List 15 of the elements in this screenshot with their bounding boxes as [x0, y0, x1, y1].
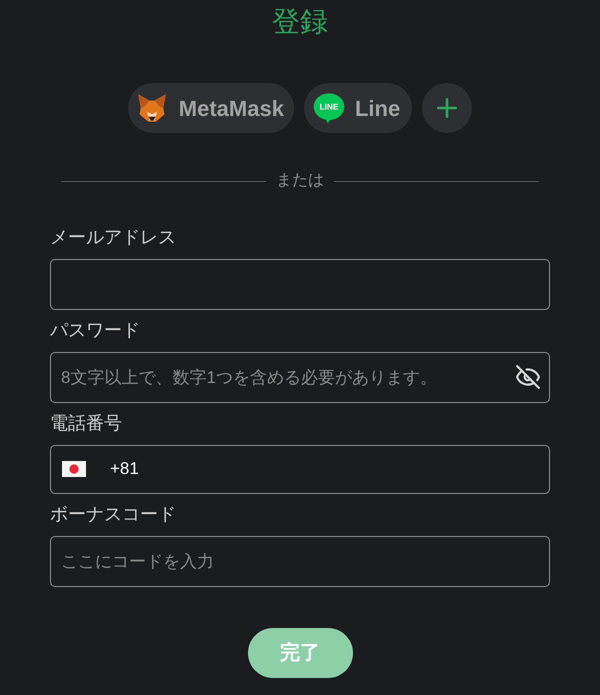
page-title: 登録 — [272, 5, 328, 39]
field-label: 電話番号 — [50, 412, 122, 435]
divider-text: または — [276, 171, 324, 191]
fox-icon — [136, 93, 167, 123]
field-label: メールアドレス — [50, 226, 176, 249]
phone-field[interactable] — [50, 445, 550, 494]
text-field[interactable]: ここにコードを入力 — [50, 536, 550, 587]
password-field[interactable]: 8文字以上で、数字1つを含める必要があります。 — [50, 352, 550, 403]
flag-icon — [62, 461, 86, 477]
wallet-login-button[interactable]: MetaMask — [128, 83, 294, 133]
field-label: パスワード — [50, 319, 140, 342]
field-label: ボーナスコード — [50, 503, 176, 526]
text-field[interactable] — [50, 259, 550, 310]
country-code-selector[interactable]: +81 — [62, 457, 139, 481]
eye-off-icon[interactable] — [515, 364, 541, 390]
